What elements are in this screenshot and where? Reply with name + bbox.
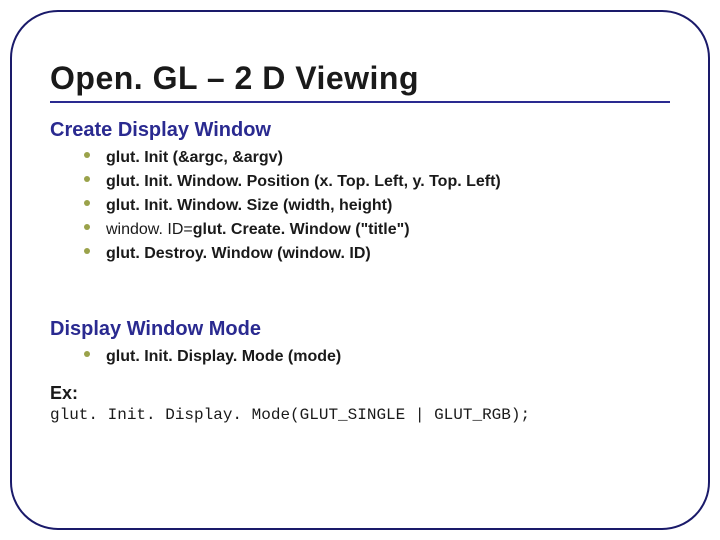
title-underline <box>50 101 670 103</box>
list-item: glut. Init. Window. Size (width, height) <box>106 194 670 218</box>
list-item-prefix: window. ID= <box>106 221 193 238</box>
bullet-icon <box>84 152 90 158</box>
slide-content: Open. GL – 2 D Viewing Create Display Wi… <box>50 60 670 500</box>
section1-heading: Create Display Window <box>50 119 670 142</box>
bullet-icon <box>84 351 90 357</box>
slide-title: Open. GL – 2 D Viewing <box>50 60 670 97</box>
bullet-icon <box>84 248 90 254</box>
section2-heading: Display Window Mode <box>50 318 670 341</box>
list-item-bold: glut. Init. Display. Mode (mode) <box>106 348 341 365</box>
section2-list: glut. Init. Display. Mode (mode) <box>50 345 670 369</box>
list-item: glut. Destroy. Window (window. ID) <box>106 242 670 266</box>
bullet-icon <box>84 176 90 182</box>
example-label: Ex: <box>50 383 670 404</box>
list-item: glut. Init. Display. Mode (mode) <box>106 345 670 369</box>
list-item-bold: glut. Init. Window. Size (width, height) <box>106 197 392 214</box>
example-code: glut. Init. Display. Mode(GLUT_SINGLE | … <box>50 406 670 424</box>
list-item: glut. Init. Window. Position (x. Top. Le… <box>106 170 670 194</box>
bullet-icon <box>84 200 90 206</box>
bullet-icon <box>84 224 90 230</box>
list-item-bold: glut. Init. Window. Position (x. Top. Le… <box>106 173 501 190</box>
list-item-suffix: (window. ID) <box>277 245 371 262</box>
list-item: window. ID=glut. Create. Window ("title"… <box>106 218 670 242</box>
slide: Open. GL – 2 D Viewing Create Display Wi… <box>0 0 720 540</box>
list-item-bold: glut. Create. Window ("title") <box>193 221 410 238</box>
list-item: glut. Init (&argc, &argv) <box>106 146 670 170</box>
list-item-bold: glut. Destroy. Window <box>106 245 277 262</box>
list-item-bold: glut. Init (&argc, &argv) <box>106 149 283 166</box>
section1-list: glut. Init (&argc, &argv) glut. Init. Wi… <box>50 146 670 266</box>
